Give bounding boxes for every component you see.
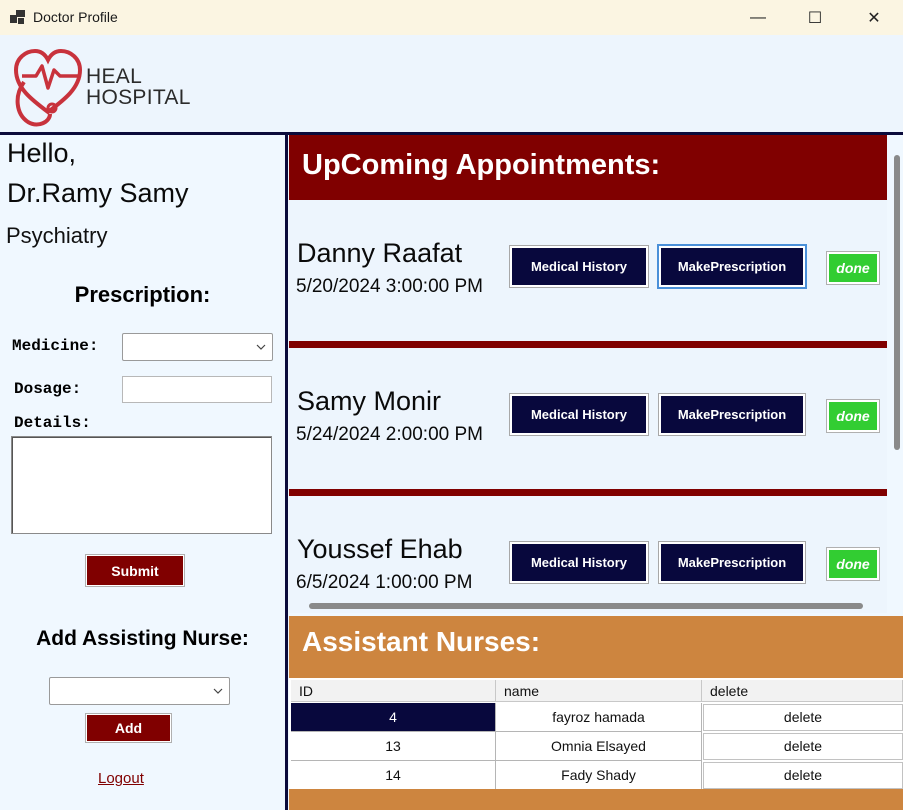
appointment-patient-name: Youssef Ehab [297,534,463,564]
nurse-name-cell[interactable]: Omnia Elsayed [496,732,702,761]
dosage-label: Dosage: [14,380,82,398]
nurse-name-cell[interactable]: Fady Shady [496,761,702,790]
appointment-datetime: 6/5/2024 1:00:00 PM [296,572,473,593]
appointment-datetime: 5/24/2024 2:00:00 PM [296,424,483,445]
details-label: Details: [14,414,91,432]
title-bar[interactable]: Doctor Profile — ☐ ✕ [0,0,903,35]
heart-stethoscope-logo-icon [13,48,83,127]
add-nurse-title: Add Assisting Nurse: [36,627,249,650]
medical-history-button[interactable]: Medical History [509,245,649,288]
chevron-down-icon [213,688,223,694]
done-button[interactable]: done [826,547,880,581]
delete-nurse-button[interactable]: delete [703,762,903,789]
appointment-separator [289,341,887,348]
column-header-id[interactable]: ID [291,680,496,702]
doctor-profile-window: Doctor Profile — ☐ ✕ HEAL HOSPITAL Hello… [0,0,903,810]
delete-nurse-button[interactable]: delete [703,733,903,760]
appointments-vertical-scrollbar[interactable] [894,155,900,450]
logo-line-1: HEAL [86,65,143,88]
maximize-button[interactable]: ☐ [786,0,844,35]
nurse-id-cell[interactable]: 14 [291,761,496,790]
column-header-delete[interactable]: delete [702,680,903,702]
nurse-select[interactable] [49,677,230,705]
minimize-button[interactable]: — [729,0,787,35]
logo-line-2: HOSPITAL [86,86,191,109]
appointments-horizontal-scrollbar[interactable] [309,603,863,609]
details-textarea[interactable] [11,436,272,534]
medicine-label: Medicine: [12,337,99,355]
done-button[interactable]: done [826,251,880,285]
column-header-name[interactable]: name [496,680,702,702]
chevron-down-icon [256,344,266,350]
appointment-datetime: 5/20/2024 3:00:00 PM [296,276,483,297]
appointment-separator [289,489,887,496]
nurses-footer-band [289,789,903,810]
make-prescription-button[interactable]: MakePrescription [658,393,806,436]
make-prescription-button[interactable]: MakePrescription [658,541,806,584]
doctor-specialty: Psychiatry [6,223,108,248]
nurses-title: Assistant Nurses: [302,626,541,657]
nurse-name-cell[interactable]: fayroz hamada [496,703,702,732]
appointments-title: UpComing Appointments: [302,149,661,181]
greeting: Hello, [7,138,77,168]
nurse-id-cell[interactable]: 4 [291,703,496,732]
appointment-patient-name: Danny Raafat [297,238,463,268]
window-title: Doctor Profile [33,9,118,25]
done-button[interactable]: done [826,399,880,433]
medical-history-button[interactable]: Medical History [509,541,649,584]
appointment-patient-name: Samy Monir [297,386,442,416]
submit-button[interactable]: Submit [85,554,185,587]
prescription-title: Prescription: [74,282,211,307]
app-icon [10,10,26,24]
doctor-name: Dr.Ramy Samy [7,178,189,208]
logout-link[interactable]: Logout [98,770,144,787]
make-prescription-button[interactable]: MakePrescription [657,244,807,289]
close-button[interactable]: ✕ [845,0,903,35]
nurse-id-cell[interactable]: 13 [291,732,496,761]
logo-text: HEAL HOSPITAL [86,66,191,108]
medicine-select[interactable] [122,333,273,361]
vertical-divider [285,135,288,810]
add-nurse-button[interactable]: Add [85,713,172,743]
medical-history-button[interactable]: Medical History [509,393,649,436]
dosage-input[interactable] [122,376,272,403]
delete-nurse-button[interactable]: delete [703,704,903,731]
